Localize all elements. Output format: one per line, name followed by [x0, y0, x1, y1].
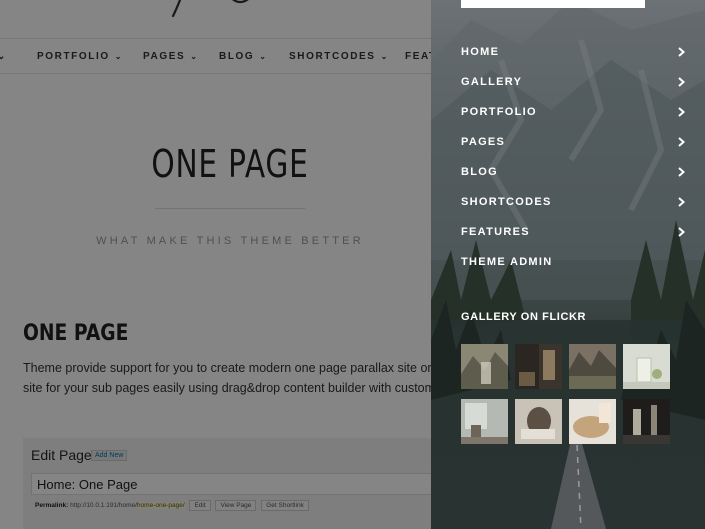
flickr-photo-8[interactable]: [623, 399, 670, 444]
flickr-photo-4[interactable]: [623, 344, 670, 389]
side-menu-item-home[interactable]: HOME: [461, 46, 687, 76]
menu-label: FEATURES: [461, 226, 530, 238]
menu-label: HOME: [461, 46, 500, 58]
chevron-right-icon: [678, 197, 685, 207]
search-input[interactable]: [461, 0, 645, 8]
flickr-photo-7[interactable]: [569, 399, 616, 444]
chevron-right-icon: [678, 77, 685, 87]
menu-label: SHORTCODES: [461, 196, 552, 208]
side-menu-item-pages[interactable]: PAGES: [461, 136, 687, 166]
flickr-photo-6[interactable]: [515, 399, 562, 444]
menu-label: PORTFOLIO: [461, 106, 537, 118]
side-menu-item-blog[interactable]: BLOG: [461, 166, 687, 196]
flickr-widget-title: GALLERY ON FLICKR: [461, 311, 587, 323]
chevron-right-icon: [678, 47, 685, 57]
menu-label: THEME ADMIN: [461, 256, 553, 268]
side-menu-item-gallery[interactable]: GALLERY: [461, 76, 687, 106]
side-menu-item-theme-admin[interactable]: THEME ADMIN: [461, 256, 687, 286]
side-menu-panel: HOME GALLERY PORTFOLIO PAGES BLOG SHORTC…: [431, 0, 705, 529]
chevron-right-icon: [678, 137, 685, 147]
side-menu-item-shortcodes[interactable]: SHORTCODES: [461, 196, 687, 226]
menu-label: BLOG: [461, 166, 498, 178]
chevron-right-icon: [678, 227, 685, 237]
side-menu-item-portfolio[interactable]: PORTFOLIO: [461, 106, 687, 136]
chevron-right-icon: [678, 107, 685, 117]
flickr-photo-2[interactable]: [515, 344, 562, 389]
flickr-photo-1[interactable]: [461, 344, 508, 389]
menu-label: PAGES: [461, 136, 506, 148]
flickr-photo-3[interactable]: [569, 344, 616, 389]
side-menu-item-features[interactable]: FEATURES: [461, 226, 687, 256]
flickr-photo-5[interactable]: [461, 399, 508, 444]
chevron-right-icon: [678, 167, 685, 177]
side-menu: HOME GALLERY PORTFOLIO PAGES BLOG SHORTC…: [461, 46, 687, 286]
menu-label: GALLERY: [461, 76, 523, 88]
